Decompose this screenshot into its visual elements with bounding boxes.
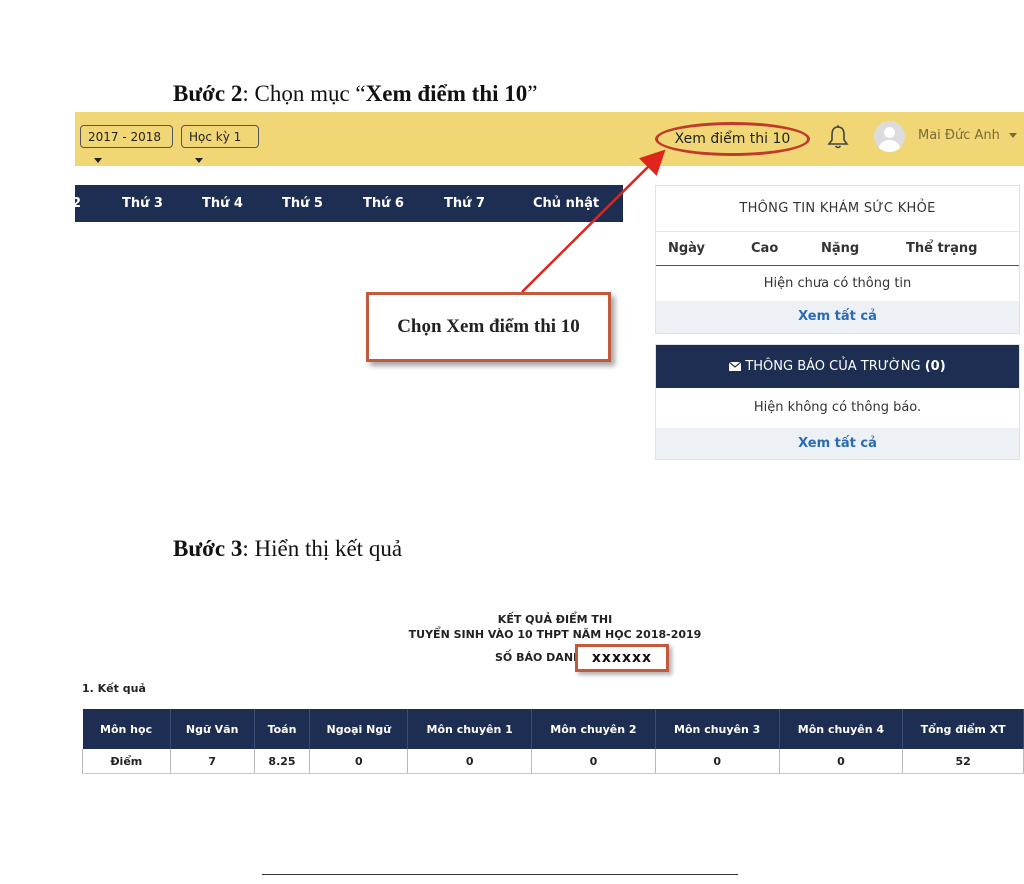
table-cell: 0: [655, 749, 780, 774]
table-cell: 0: [407, 749, 533, 774]
table-header: Ngữ Văn: [170, 709, 255, 749]
instruction-callout: Chọn Xem điểm thi 10: [366, 292, 611, 362]
step3-text: : Hiển thị kết quả: [242, 536, 403, 561]
table-header-row: Môn học Ngữ Văn Toán Ngoại Ngữ Môn chuyê…: [82, 709, 1024, 749]
section-heading: 1. Kết quả: [82, 682, 146, 695]
table-cell: 7: [170, 749, 255, 774]
table-header: Ngoại Ngữ: [309, 709, 409, 749]
table-header: Môn chuyên 4: [779, 709, 904, 749]
table-header: Môn chuyên 1: [407, 709, 533, 749]
candidate-number-label: SỐ BÁO DANH: [495, 651, 583, 664]
step3-heading: Bước 3: Hiển thị kết quả: [173, 536, 402, 562]
result-subtitle: TUYỂN SINH VÀO 10 THPT NĂM HỌC 2018-2019: [408, 628, 702, 641]
table-cell: 0: [779, 749, 904, 774]
table-cell: 0: [309, 749, 409, 774]
table-row: Điểm 7 8.25 0 0 0 0 0 52: [82, 749, 1024, 774]
table-cell: 52: [902, 749, 1024, 774]
table-header: Môn chuyên 2: [531, 709, 656, 749]
table-header: Môn chuyên 3: [655, 709, 780, 749]
divider: [262, 874, 738, 875]
score-table: Môn học Ngữ Văn Toán Ngoại Ngữ Môn chuyê…: [82, 709, 1024, 774]
table-cell: Điểm: [82, 749, 171, 774]
table-header: Môn học: [82, 709, 171, 749]
table-header: Tổng điểm XT: [902, 709, 1024, 749]
table-cell: 0: [531, 749, 656, 774]
table-cell: 8.25: [254, 749, 311, 774]
result-title: KẾT QUẢ ĐIỂM THI: [497, 613, 613, 626]
table-header: Toán: [254, 709, 311, 749]
step3-label: Bước 3: [173, 536, 243, 561]
candidate-number-value: xxxxxx: [575, 644, 669, 672]
